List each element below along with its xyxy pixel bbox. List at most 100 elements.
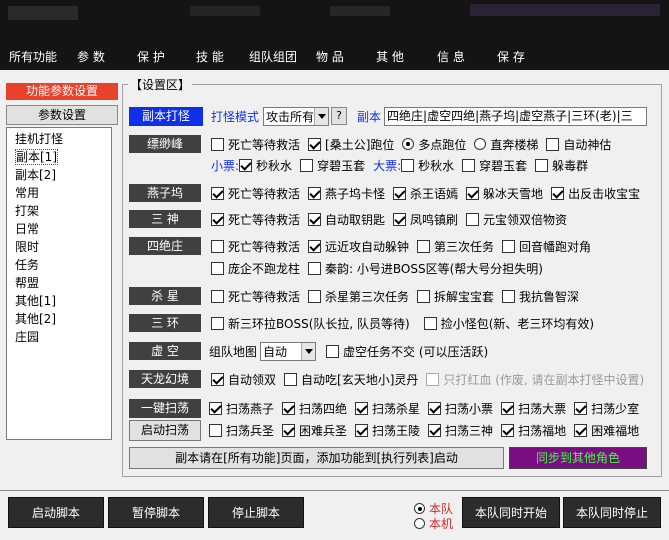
checkbox-box[interactable] <box>282 423 296 437</box>
radio[interactable]: 直奔楼梯 <box>474 136 538 153</box>
menu-items[interactable]: 物 品 <box>316 48 344 65</box>
checkbox-box[interactable] <box>308 239 322 253</box>
checkbox[interactable]: 元宝领双倍物资 <box>466 211 567 228</box>
radio-dot[interactable] <box>474 138 487 150</box>
pause-script-button[interactable]: 暂停脚本 <box>108 497 204 528</box>
checkbox[interactable]: 远近攻自动躲钟 <box>308 238 409 255</box>
checkbox[interactable]: 第三次任务 <box>417 238 494 255</box>
checkbox[interactable]: 自动吃[玄天地小]灵丹 <box>284 371 418 388</box>
checkbox-box[interactable] <box>355 423 369 437</box>
checkbox[interactable]: 出反击收宝宝 <box>551 185 640 202</box>
team-stop-button[interactable]: 本队同时停止 <box>563 497 661 528</box>
checkbox[interactable]: 燕子坞卡怪 <box>308 185 385 202</box>
checkbox-box[interactable] <box>211 212 224 226</box>
menu-team[interactable]: 组队组团 <box>249 48 297 65</box>
checkbox-box[interactable] <box>574 423 588 437</box>
radio[interactable]: 多点跑位 <box>402 136 466 153</box>
checkbox-box[interactable] <box>211 316 224 330</box>
checkbox[interactable]: 拆解宝宝套 <box>417 288 494 305</box>
checkbox-box[interactable] <box>300 158 314 172</box>
checkbox-box[interactable] <box>308 261 322 275</box>
list-item[interactable]: 日常 <box>15 220 111 238</box>
checkbox-box[interactable] <box>211 372 224 386</box>
checkbox[interactable]: 自动取钥匙 <box>308 211 385 228</box>
checkbox[interactable]: 死亡等待救活 <box>211 185 300 202</box>
mode-select[interactable]: 攻击所有 <box>263 106 330 126</box>
checkbox[interactable]: 杀星第三次任务 <box>308 288 409 305</box>
checkbox[interactable]: 穿碧玉套 <box>462 157 527 174</box>
checkbox-box[interactable] <box>466 186 480 200</box>
checkbox-box[interactable] <box>401 158 415 172</box>
list-item[interactable]: 帮盟 <box>15 274 111 292</box>
checkbox-box[interactable] <box>211 261 224 275</box>
radio-machine[interactable]: 本机 <box>414 515 453 532</box>
checkbox-box[interactable] <box>501 401 515 415</box>
radio-dot[interactable] <box>402 138 415 150</box>
list-item[interactable]: 庄园 <box>15 328 111 346</box>
list-item[interactable]: 副本[2] <box>15 166 111 184</box>
checkbox[interactable]: 新三环拉BOSS(队长拉, 队员等待) <box>211 315 410 332</box>
menu-skills[interactable]: 技 能 <box>196 48 224 65</box>
list-item[interactable]: 副本[1] <box>15 148 111 166</box>
list-item[interactable]: 常用 <box>15 184 111 202</box>
checkbox-box[interactable] <box>535 158 549 172</box>
list-item[interactable]: 打架 <box>15 202 111 220</box>
category-list[interactable]: 挂机打怪 副本[1] 副本[2] 常用 打架 日常 限时 任务 帮盟 其他[1]… <box>6 127 112 440</box>
checkbox[interactable]: 死亡等待救活 <box>211 288 300 305</box>
checkbox-box[interactable] <box>326 344 340 358</box>
checkbox[interactable]: 扫荡王陵 <box>355 422 420 439</box>
checkbox-box[interactable] <box>428 401 442 415</box>
checkbox[interactable]: 死亡等待救活 <box>211 238 300 255</box>
checkbox-box[interactable] <box>502 289 516 303</box>
checkbox-box[interactable] <box>308 212 322 226</box>
checkbox-box[interactable] <box>211 137 224 151</box>
menu-info[interactable]: 信 息 <box>437 48 465 65</box>
checkbox[interactable]: 困难福地 <box>574 422 639 439</box>
menu-save[interactable]: 保 存 <box>497 48 525 65</box>
checkbox[interactable]: 秒秋水 <box>239 157 292 174</box>
checkbox-box[interactable] <box>284 372 298 386</box>
checkbox[interactable]: 扫荡少室 <box>574 400 639 417</box>
start-script-button[interactable]: 启动脚本 <box>8 497 104 528</box>
checkbox[interactable]: 扫荡三神 <box>428 422 493 439</box>
checkbox-box[interactable] <box>546 137 560 151</box>
checkbox-box[interactable] <box>393 186 407 200</box>
checkbox[interactable]: [桑土公]跑位 <box>308 136 394 153</box>
checkbox-box[interactable] <box>211 289 224 303</box>
checkbox[interactable]: 扫荡兵圣 <box>209 422 274 439</box>
checkbox[interactable]: 自动领双 <box>211 371 276 388</box>
checkbox[interactable]: 扫荡福地 <box>501 422 566 439</box>
checkbox-box[interactable] <box>239 158 253 172</box>
list-item[interactable]: 其他[2] <box>15 310 111 328</box>
checkbox-box[interactable] <box>211 186 224 200</box>
checkbox[interactable]: 穿碧玉套 <box>300 157 365 174</box>
checkbox[interactable]: 躲冰天雪地 <box>466 185 543 202</box>
checkbox[interactable]: 扫荡大票 <box>501 400 566 417</box>
radio-dot[interactable] <box>414 503 425 514</box>
checkbox-box[interactable] <box>501 423 515 437</box>
start-sweep-button[interactable]: 启动扫荡 <box>129 419 201 441</box>
checkbox[interactable]: 死亡等待救活 <box>211 211 300 228</box>
checkbox-box[interactable] <box>417 239 431 253</box>
stop-script-button[interactable]: 停止脚本 <box>208 497 304 528</box>
checkbox-box[interactable] <box>502 239 516 253</box>
param-settings-button[interactable]: 参数设置 <box>6 105 118 125</box>
checkbox[interactable]: 虚空任务不交 (可以压活跃) <box>326 343 488 360</box>
checkbox-box[interactable] <box>428 423 442 437</box>
team-start-button[interactable]: 本队同时开始 <box>462 497 560 528</box>
checkbox-box[interactable] <box>209 423 222 437</box>
checkbox[interactable]: 回音幡跑对角 <box>502 238 591 255</box>
checkbox-box[interactable] <box>417 289 431 303</box>
checkbox[interactable]: 秦韵: 小号进BOSS区等(帮大号分担失明) <box>308 260 543 277</box>
checkbox-box[interactable] <box>551 186 565 200</box>
checkbox-box[interactable] <box>308 289 322 303</box>
checkbox[interactable]: 我抗鲁智深 <box>502 288 579 305</box>
checkbox-box[interactable] <box>355 401 369 415</box>
menu-other[interactable]: 其 他 <box>376 48 404 65</box>
checkbox[interactable]: 自动神估 <box>546 136 611 153</box>
checkbox[interactable]: 扫荡杀星 <box>355 400 420 417</box>
map-select[interactable]: 自动 <box>260 341 317 361</box>
checkbox-box[interactable] <box>211 239 224 253</box>
checkbox[interactable]: 杀王语嫣 <box>393 185 458 202</box>
checkbox[interactable]: 死亡等待救活 <box>211 136 300 153</box>
